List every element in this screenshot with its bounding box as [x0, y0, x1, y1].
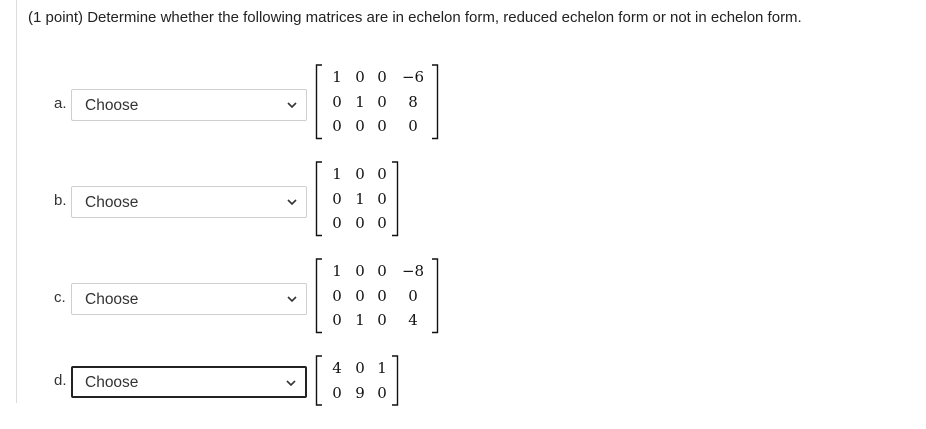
select-value: Choose	[85, 194, 139, 211]
matrix-entry: 0	[377, 262, 387, 280]
part-d-select[interactable]: Choose	[71, 366, 307, 398]
left-bracket	[315, 258, 322, 334]
question-points: (1 point)	[28, 9, 84, 26]
chevron-down-icon	[286, 380, 296, 387]
matrix-entry: 0	[332, 92, 342, 111]
left-bracket	[315, 161, 322, 237]
chevron-down-icon	[287, 199, 297, 206]
left-bracket	[315, 355, 322, 406]
part-letter: d.	[54, 372, 67, 389]
matrix-entry: 0	[332, 117, 342, 135]
matrix-entry: 0	[377, 286, 387, 305]
matrix-entry: 0	[332, 214, 342, 232]
matrix-a: 1 0 0 −6 0 1 0 8 0 0 0 0	[315, 64, 455, 140]
select-value: Choose	[85, 97, 139, 114]
matrix-entry: 0	[332, 383, 342, 402]
matrix-entry: −6	[401, 68, 425, 86]
matrix-entry: 0	[377, 165, 387, 183]
matrix-entry: 0	[408, 286, 418, 305]
matrix-entry: 0	[408, 117, 418, 135]
matrix-entry: 0	[377, 68, 387, 86]
matrix-entry: 0	[355, 68, 365, 86]
part-b-select[interactable]: Choose	[71, 186, 307, 218]
chevron-down-icon	[287, 102, 297, 109]
matrix-entry: 0	[377, 189, 387, 208]
part-letter: c.	[54, 289, 66, 306]
matrix-entry: 0	[377, 311, 387, 329]
matrix-entry: 1	[332, 262, 342, 280]
matrix-entry: 0	[355, 117, 365, 135]
part-letter: b.	[54, 192, 67, 209]
matrix-entry: 1	[332, 165, 342, 183]
matrix-entry: 1	[355, 92, 365, 111]
matrix-entry: −8	[401, 262, 425, 280]
left-bracket	[315, 64, 322, 140]
select-value: Choose	[85, 374, 139, 391]
matrix-entry: 0	[377, 383, 387, 402]
matrix-entry: 8	[408, 92, 418, 111]
matrix-entry: 0	[377, 92, 387, 111]
chevron-down-icon	[287, 296, 297, 303]
matrix-entry: 0	[355, 359, 365, 377]
matrix-entry: 1	[332, 68, 342, 86]
matrix-entry: 0	[332, 286, 342, 305]
matrix-entry: 0	[332, 189, 342, 208]
matrix-entry: 4	[332, 359, 342, 377]
matrix-b: 100010000	[315, 161, 415, 237]
matrix-entry: 0	[355, 165, 365, 183]
matrix-entry: 4	[408, 311, 418, 329]
matrix-entry: 1	[355, 189, 365, 208]
part-a-select[interactable]: Choose	[71, 89, 307, 121]
part-letter: a.	[54, 95, 67, 112]
matrix-entry: 1	[377, 359, 387, 377]
question-prompt: Determine whether the following matrices…	[87, 9, 802, 26]
matrix-entry: 0	[377, 117, 387, 135]
part-c-select[interactable]: Choose	[71, 283, 307, 315]
matrix-entry: 1	[355, 311, 365, 329]
matrix-entry: 0	[332, 311, 342, 329]
matrix-entry: 0	[355, 286, 365, 305]
matrix-entry: 9	[355, 383, 365, 402]
select-value: Choose	[85, 291, 139, 308]
matrix-d: 401090	[315, 355, 415, 429]
matrix-entry: 0	[377, 214, 387, 232]
matrix-entry: 0	[355, 214, 365, 232]
matrix-entry: 0	[355, 262, 365, 280]
question-text: (1 point) Determine whether the followin…	[28, 9, 802, 26]
matrix-c: 1 0 0 −8 0 0 0 0 0 1 0 4	[315, 258, 455, 334]
